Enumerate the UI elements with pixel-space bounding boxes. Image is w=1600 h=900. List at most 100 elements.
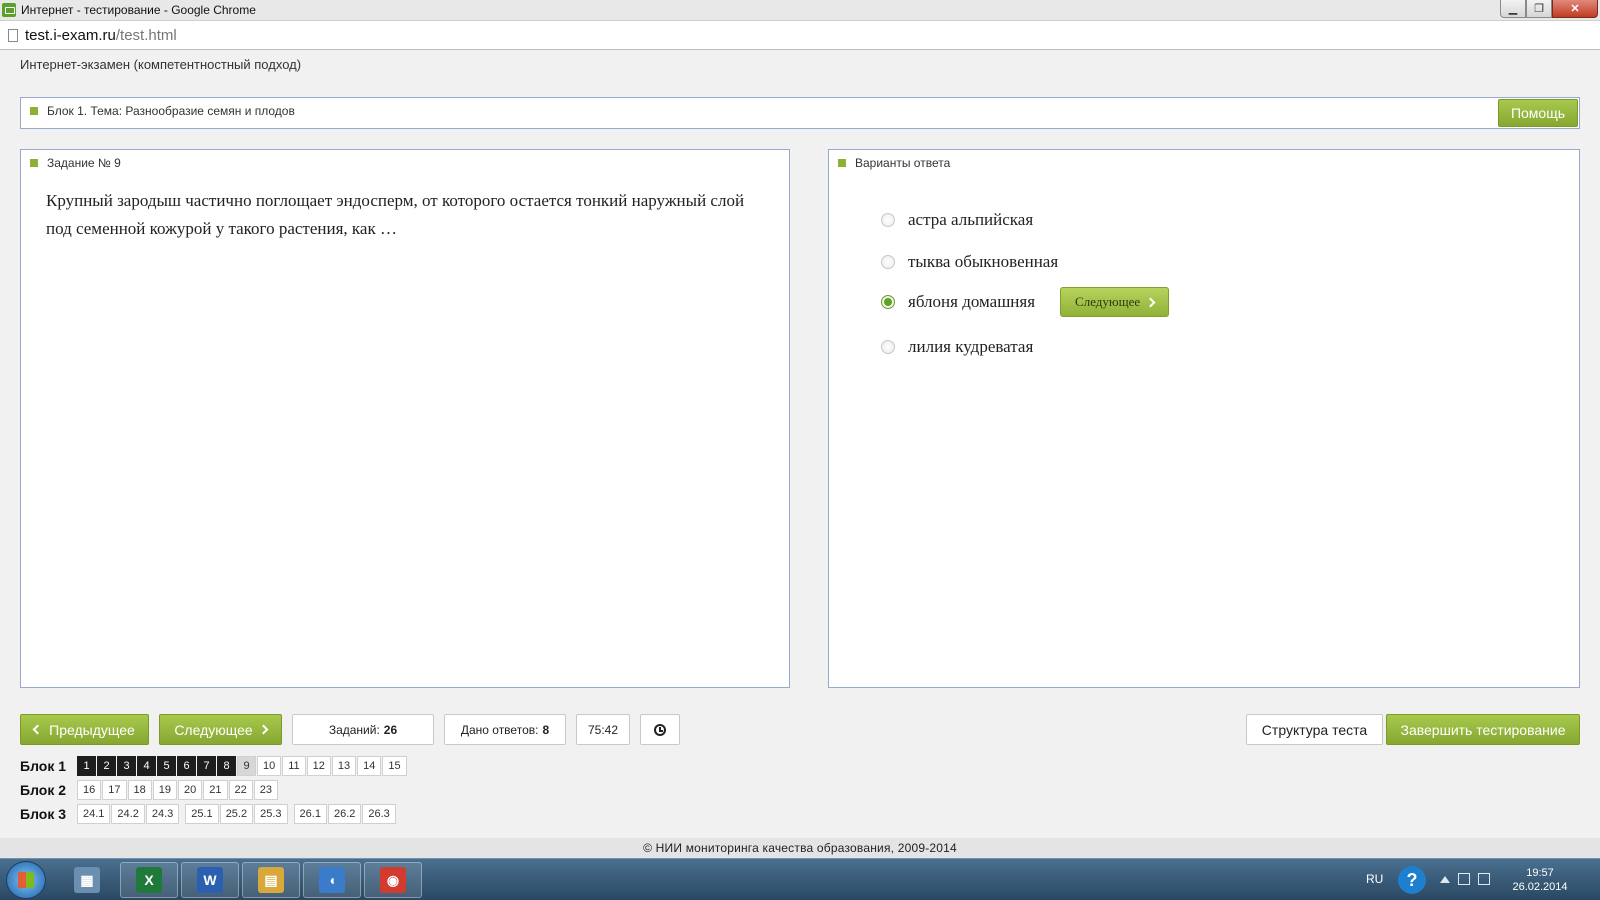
task-cell-11[interactable]: 11 bbox=[282, 756, 306, 776]
speaker-icon: ◖ bbox=[319, 867, 345, 893]
task-cell-24-3[interactable]: 24.3 bbox=[145, 804, 180, 824]
language-indicator[interactable]: RU bbox=[1366, 872, 1383, 886]
answer-option-label: лилия кудреватая bbox=[908, 337, 1034, 356]
chevron-left-icon bbox=[32, 724, 43, 735]
task-cell-7[interactable]: 7 bbox=[197, 756, 216, 776]
answer-option-3[interactable]: яблоня домашняя Следующее bbox=[881, 286, 1170, 318]
close-button[interactable]: ✕ bbox=[1552, 0, 1598, 18]
block-row-3: Блок 3 24.1 24.2 24.3 25.1 25.2 25.3 26.1 26.2 2… bbox=[20, 804, 397, 824]
task-cell-1[interactable]: 1 bbox=[77, 756, 96, 776]
answer-option-label: тыква обыкновенная bbox=[908, 252, 1059, 271]
taskbar-item-calculator[interactable]: ▦ bbox=[58, 862, 116, 898]
answer-option-1[interactable]: астра альпийская bbox=[881, 208, 1033, 232]
block-title: Блок 1. Тема: Разнообразие семян и плодо… bbox=[47, 104, 295, 118]
answers-panel: Варианты ответа астра альпийская тыква о… bbox=[828, 149, 1580, 688]
taskbar-item-chrome[interactable]: ◉ bbox=[364, 862, 422, 898]
answer-option-label: астра альпийская bbox=[908, 210, 1034, 229]
task-cell-25-2[interactable]: 25.2 bbox=[219, 804, 254, 824]
url-path: /test.html bbox=[115, 27, 177, 44]
timer-box: 75:42 bbox=[576, 714, 630, 745]
answer-option-4[interactable]: лилия кудреватая bbox=[881, 335, 1033, 359]
help-tray-icon[interactable]: ? bbox=[1398, 866, 1426, 894]
task-cell-19[interactable]: 19 bbox=[152, 780, 177, 800]
task-cell-6[interactable]: 6 bbox=[177, 756, 196, 776]
taskbar-item-explorer[interactable]: ▤ bbox=[242, 862, 300, 898]
task-cell-3[interactable]: 3 bbox=[117, 756, 136, 776]
next-inline-label: Следующее bbox=[1075, 294, 1141, 309]
address-bar[interactable]: test.i-exam.ru/test.html bbox=[0, 21, 1600, 50]
show-hidden-icons-icon[interactable] bbox=[1440, 876, 1450, 883]
answers-title: Варианты ответа bbox=[855, 156, 951, 170]
block-label: Блок 3 bbox=[20, 806, 67, 822]
question-text: Крупный зародыш частично поглощает эндос… bbox=[46, 191, 745, 238]
question-panel: Задание № 9 Крупный зародыш частично пог… bbox=[20, 149, 790, 688]
minimize-button[interactable]: ▁ bbox=[1500, 0, 1526, 18]
finish-test-button[interactable]: Завершить тестирование bbox=[1386, 714, 1580, 745]
task-cell-5[interactable]: 5 bbox=[157, 756, 176, 776]
task-cell-26-2[interactable]: 26.2 bbox=[327, 804, 362, 824]
taskbar-item-excel[interactable]: X bbox=[120, 862, 178, 898]
task-cell-24-2[interactable]: 24.2 bbox=[111, 804, 145, 824]
task-cell-12[interactable]: 12 bbox=[306, 756, 331, 776]
radio-button[interactable] bbox=[881, 255, 895, 269]
clock[interactable]: 19:57 26.02.2014 bbox=[1500, 866, 1580, 894]
block-row-2: Блок 2 16 17 18 19 20 21 22 23 bbox=[20, 780, 279, 800]
maximize-button[interactable]: ❐ bbox=[1526, 0, 1552, 18]
taskbar-item-word[interactable]: W bbox=[181, 862, 239, 898]
prev-button[interactable]: Предыдущее bbox=[20, 714, 149, 745]
footer-copyright: © НИИ мониторинга качества образования, … bbox=[0, 838, 1600, 858]
taskbar-item-speaker[interactable]: ◖ bbox=[303, 862, 361, 898]
task-cell-8[interactable]: 8 bbox=[217, 756, 236, 776]
task-cell-25-1[interactable]: 25.1 bbox=[185, 804, 219, 824]
answer-option-label: яблоня домашняя bbox=[908, 292, 1036, 311]
task-cell-16[interactable]: 16 bbox=[77, 780, 102, 800]
task-cell-15[interactable]: 15 bbox=[382, 756, 407, 776]
excel-icon: X bbox=[136, 867, 162, 893]
window-titlebar: Интернет - тестирование - Google Chrome … bbox=[0, 0, 1600, 21]
tasks-label: Заданий: bbox=[328, 722, 380, 737]
question-marker-icon bbox=[30, 159, 38, 167]
page-icon bbox=[8, 29, 18, 42]
chrome-icon: ◉ bbox=[380, 867, 406, 893]
clock-icon bbox=[654, 723, 666, 736]
radio-button[interactable] bbox=[881, 340, 895, 354]
task-cell-26-1[interactable]: 26.1 bbox=[293, 804, 327, 824]
volume-icon[interactable] bbox=[1478, 873, 1490, 885]
test-structure-button[interactable]: Структура теста bbox=[1246, 714, 1383, 745]
task-cells: 16 17 18 19 20 21 22 23 bbox=[77, 780, 279, 800]
system-tray bbox=[1440, 873, 1490, 885]
url-host: test.i-exam.ru bbox=[25, 27, 116, 44]
task-cell-21[interactable]: 21 bbox=[203, 780, 228, 800]
answer-option-2[interactable]: тыква обыкновенная bbox=[881, 250, 1058, 274]
next-button[interactable]: Следующее bbox=[159, 714, 282, 745]
task-cell-2[interactable]: 2 bbox=[97, 756, 116, 776]
task-cell-22[interactable]: 22 bbox=[228, 780, 253, 800]
task-cell-14[interactable]: 14 bbox=[357, 756, 382, 776]
task-cell-23[interactable]: 23 bbox=[253, 780, 278, 800]
help-button[interactable]: Помощь bbox=[1498, 99, 1578, 127]
task-cell-13[interactable]: 13 bbox=[331, 756, 357, 776]
explorer-icon: ▤ bbox=[258, 867, 284, 893]
task-cell-25-3[interactable]: 25.3 bbox=[254, 804, 288, 824]
radio-button[interactable] bbox=[881, 213, 895, 227]
task-cell-20[interactable]: 20 bbox=[178, 780, 203, 800]
task-cell-17[interactable]: 17 bbox=[102, 780, 127, 800]
task-cell-18[interactable]: 18 bbox=[127, 780, 152, 800]
timer-toggle-button[interactable] bbox=[640, 714, 680, 745]
task-cell-4[interactable]: 4 bbox=[137, 756, 156, 776]
answered-count-box: Дано ответов: 8 bbox=[444, 714, 566, 745]
task-cell-24-1[interactable]: 24.1 bbox=[77, 804, 111, 824]
next-inline-button[interactable]: Следующее bbox=[1060, 287, 1170, 317]
radio-button-checked[interactable] bbox=[881, 295, 895, 309]
task-cells: 1 2 3 4 5 6 7 8 9 10 11 12 13 14 15 bbox=[77, 756, 408, 776]
network-icon[interactable] bbox=[1458, 873, 1470, 885]
task-cell-26-3[interactable]: 26.3 bbox=[362, 804, 396, 824]
answered-label: Дано ответов: bbox=[460, 722, 539, 737]
url-text[interactable]: test.i-exam.ru/test.html bbox=[25, 27, 177, 44]
task-cell-10[interactable]: 10 bbox=[257, 756, 282, 776]
next-label: Следующее bbox=[174, 721, 253, 738]
task-cell-9[interactable]: 9 bbox=[237, 756, 256, 776]
clock-date: 26.02.2014 bbox=[1512, 881, 1568, 893]
task-cells: 24.1 24.2 24.3 25.1 25.2 25.3 26.1 26.2 26.3 bbox=[77, 804, 397, 824]
start-button[interactable] bbox=[6, 861, 46, 899]
